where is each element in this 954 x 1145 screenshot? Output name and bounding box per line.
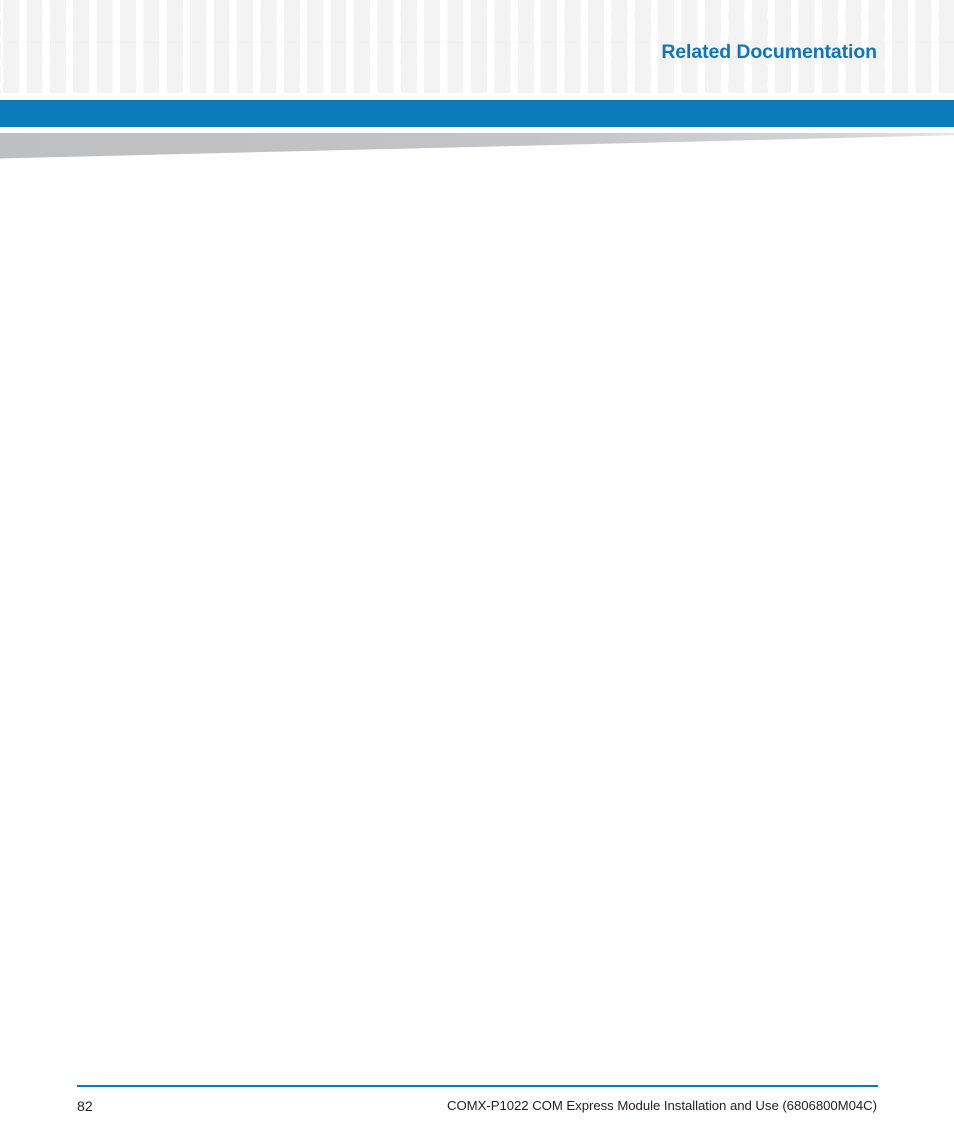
document-page: Related Documentation 82 COMX-P1022 COM … bbox=[0, 0, 954, 1145]
footer-rule bbox=[77, 1085, 878, 1087]
footer-page-number: 82 bbox=[77, 1098, 93, 1114]
gray-wedge-shape bbox=[0, 133, 954, 159]
header-blue-bar bbox=[0, 100, 954, 127]
page-content-area bbox=[77, 180, 878, 1070]
footer-document-title: COMX-P1022 COM Express Module Installati… bbox=[447, 1098, 877, 1113]
page-title: Related Documentation bbox=[661, 41, 877, 63]
header-gray-wedge bbox=[0, 133, 954, 161]
